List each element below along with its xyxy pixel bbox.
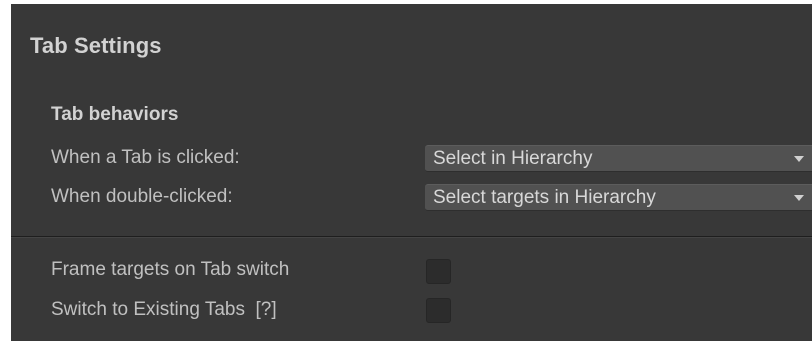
- on-double-click-label: When double-clicked:: [51, 186, 233, 207]
- switch-existing-tabs-checkbox[interactable]: [426, 298, 451, 323]
- section-divider-highlight: [11, 237, 812, 238]
- on-click-label: When a Tab is clicked:: [51, 147, 240, 168]
- chevron-down-icon: [794, 156, 804, 162]
- on-double-click-dropdown[interactable]: Select targets in Hierarchy: [425, 184, 812, 211]
- frame-targets-checkbox[interactable]: [426, 259, 451, 284]
- chevron-down-icon: [794, 195, 804, 201]
- switch-existing-tabs-label: Switch to Existing Tabs [?]: [51, 299, 277, 320]
- on-double-click-dropdown-value: Select targets in Hierarchy: [433, 187, 656, 208]
- tab-behaviors-heading: Tab behaviors: [51, 104, 179, 125]
- tab-settings-panel: Tab Settings Tab behaviors When a Tab is…: [11, 4, 812, 341]
- on-click-dropdown[interactable]: Select in Hierarchy: [425, 145, 812, 172]
- frame-targets-label: Frame targets on Tab switch: [51, 259, 290, 280]
- on-click-dropdown-value: Select in Hierarchy: [433, 148, 593, 169]
- panel-title: Tab Settings: [30, 33, 162, 58]
